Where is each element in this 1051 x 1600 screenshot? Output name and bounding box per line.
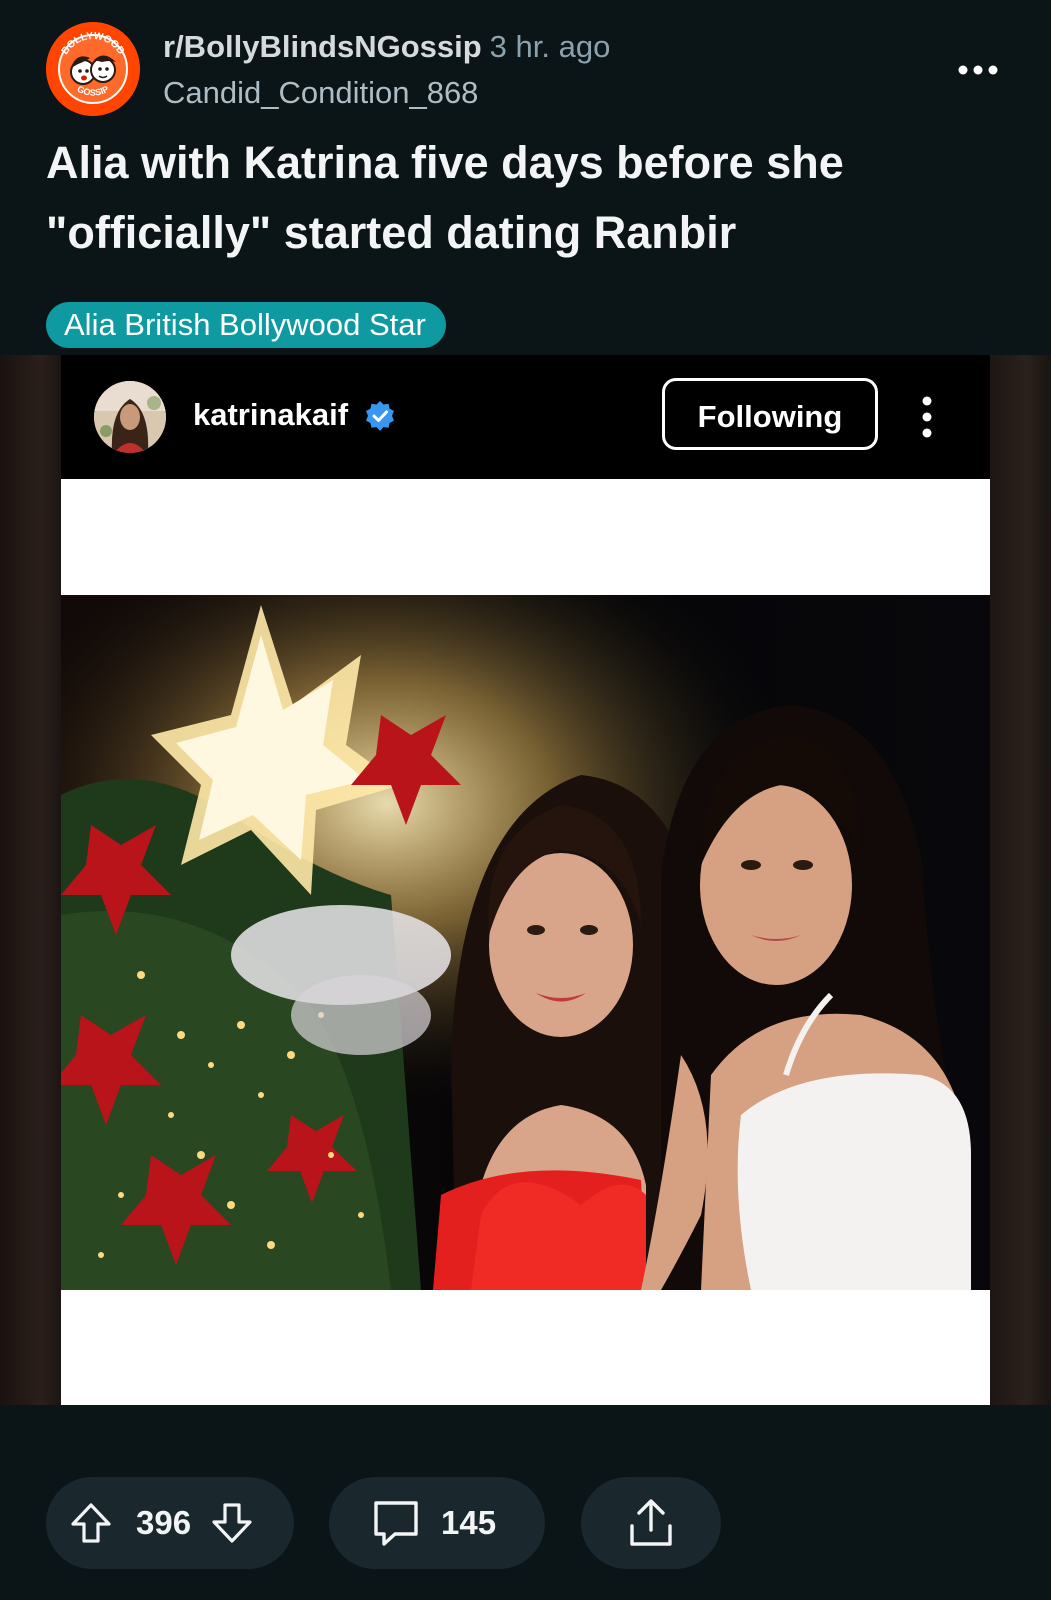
share-button[interactable] bbox=[581, 1477, 721, 1569]
upvote-count: 396 bbox=[136, 1504, 192, 1541]
instagram-embed: katrinakaif Following bbox=[61, 355, 990, 1405]
vote-control: 396 bbox=[46, 1477, 294, 1569]
following-button[interactable]: Following bbox=[662, 378, 878, 450]
post-header: BOLLYWOOD GOSSIP r/BollyBlindsNGossip 3 h… bbox=[0, 0, 1051, 355]
profile-photo-icon bbox=[94, 381, 166, 453]
comments-button[interactable]: 145 bbox=[329, 1477, 545, 1569]
instagram-avatar[interactable] bbox=[94, 381, 166, 453]
more-options-button[interactable] bbox=[950, 52, 1006, 88]
post-action-bar: 396 145 bbox=[0, 1405, 1051, 1600]
post-time: 3 hr. ago bbox=[489, 29, 611, 64]
post-flair[interactable]: Alia British Bollywood Star bbox=[46, 302, 446, 348]
upvote-button[interactable] bbox=[68, 1500, 114, 1546]
horizontal-dots-icon bbox=[958, 65, 998, 75]
downvote-button[interactable] bbox=[209, 1500, 255, 1546]
vertical-dots-icon[interactable] bbox=[912, 393, 942, 441]
subreddit-logo-icon: BOLLYWOOD GOSSIP bbox=[46, 22, 140, 116]
arrow-down-icon bbox=[212, 1503, 252, 1543]
share-upload-icon bbox=[630, 1499, 672, 1546]
verified-check-icon bbox=[366, 401, 394, 431]
post-title[interactable]: Alia with Katrina five days before she "… bbox=[46, 128, 1006, 268]
subreddit-name[interactable]: r/BollyBlindsNGossip bbox=[163, 29, 482, 64]
post-meta: r/BollyBlindsNGossip 3 hr. ago Candid_Con… bbox=[163, 28, 610, 112]
subreddit-avatar[interactable]: BOLLYWOOD GOSSIP bbox=[46, 22, 140, 116]
arrow-up-icon bbox=[71, 1503, 111, 1543]
photo-illustration bbox=[61, 595, 990, 1290]
post-photo[interactable] bbox=[61, 595, 990, 1290]
post-media[interactable]: katrinakaif Following bbox=[0, 355, 1051, 1405]
instagram-username[interactable]: katrinakaif bbox=[193, 395, 348, 435]
post-author[interactable]: Candid_Condition_868 bbox=[163, 74, 610, 112]
speech-bubble-icon bbox=[374, 1501, 418, 1546]
instagram-header: katrinakaif Following bbox=[61, 355, 990, 479]
comment-count: 145 bbox=[441, 1504, 497, 1541]
